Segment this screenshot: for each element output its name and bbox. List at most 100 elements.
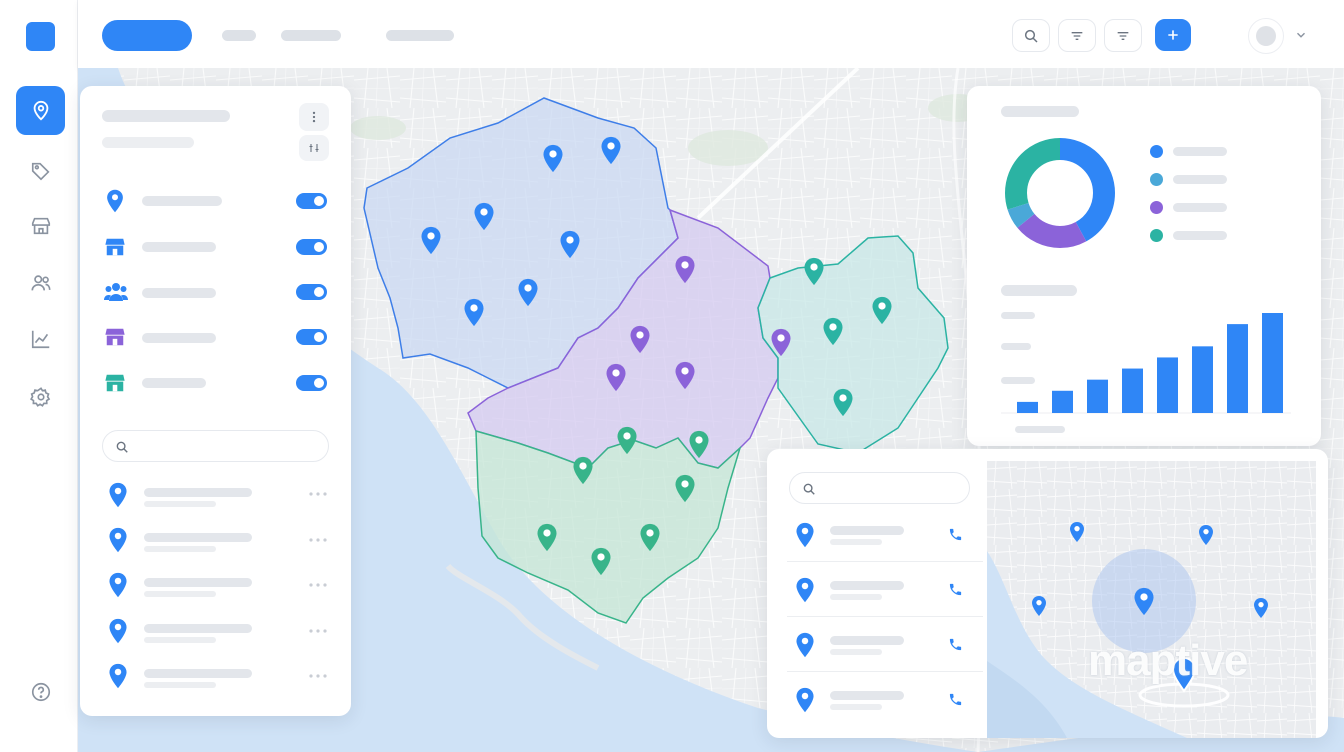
- nav-tab-3[interactable]: [386, 30, 454, 41]
- more-horizontal-icon[interactable]: [309, 629, 327, 633]
- legend-swatch: [1150, 173, 1163, 186]
- layer-toggle[interactable]: [296, 329, 327, 345]
- store-icon: [105, 238, 125, 256]
- chevron-down-icon[interactable]: [1294, 28, 1308, 42]
- layer-toggle[interactable]: [296, 239, 327, 255]
- more-horizontal-icon[interactable]: [309, 492, 327, 496]
- bar-7: [1227, 324, 1248, 413]
- location-pin-icon: [109, 663, 127, 689]
- rail-item-settings[interactable]: [16, 372, 65, 421]
- location-pin-icon: [33, 100, 48, 121]
- primary-nav-button[interactable]: [102, 20, 192, 51]
- legend-label: [1173, 175, 1227, 184]
- layer-toggle[interactable]: [296, 375, 327, 391]
- more-horizontal-icon[interactable]: [309, 583, 327, 587]
- rail-item-help[interactable]: [16, 667, 65, 716]
- panel-adjust-button[interactable]: [299, 135, 329, 161]
- phone-icon[interactable]: [948, 527, 963, 542]
- bar-1: [1017, 401, 1038, 413]
- list-item-subtitle: [144, 546, 216, 552]
- app-logo[interactable]: [26, 22, 55, 51]
- phone-icon[interactable]: [948, 692, 963, 707]
- legend-label: [1173, 147, 1227, 156]
- panel-subtitle: [102, 137, 194, 148]
- search-icon: [116, 441, 128, 453]
- filter-button[interactable]: [1058, 19, 1096, 52]
- bars: [1017, 313, 1283, 413]
- phone-icon[interactable]: [948, 582, 963, 597]
- more-horizontal-icon[interactable]: [309, 538, 327, 542]
- legend-swatch: [1150, 201, 1163, 214]
- location-pin-icon: [109, 618, 127, 644]
- layer-toggle[interactable]: [296, 193, 327, 209]
- legend-swatch: [1150, 145, 1163, 158]
- store-icon: [31, 217, 50, 234]
- rail-item-users[interactable]: [16, 258, 65, 307]
- list-item-subtitle: [144, 501, 216, 507]
- list-item-subtitle: [144, 591, 216, 597]
- nav-tab-1[interactable]: [222, 30, 256, 41]
- list-item-subtitle: [830, 649, 882, 655]
- list-item-title: [830, 526, 904, 535]
- help-icon: [31, 682, 50, 701]
- nearby-search[interactable]: [789, 472, 970, 504]
- location-search[interactable]: [102, 430, 329, 462]
- search-icon: [1024, 29, 1038, 43]
- list-item-title: [830, 581, 904, 590]
- brand-watermark: maptive: [1088, 636, 1248, 685]
- bar-4: [1122, 368, 1143, 413]
- list-item-subtitle: [144, 637, 216, 643]
- rail-item-stores[interactable]: [16, 201, 65, 250]
- sort-button[interactable]: [1104, 19, 1142, 52]
- list-item-title: [144, 624, 252, 633]
- top-bar: [78, 0, 1344, 68]
- location-pin-icon: [107, 189, 123, 213]
- legend-label: [1173, 203, 1227, 212]
- layers-panel: [80, 86, 351, 716]
- users-icon: [104, 283, 128, 301]
- rail-item-analytics[interactable]: [16, 314, 65, 363]
- search-input[interactable]: [137, 437, 295, 457]
- legend-swatch: [1150, 229, 1163, 242]
- analytics-panel: [967, 86, 1321, 446]
- donut-chart: [1005, 138, 1115, 248]
- layer-toggle[interactable]: [296, 284, 327, 300]
- location-pin-icon: [796, 687, 814, 713]
- rail-item-locations[interactable]: [16, 86, 65, 135]
- nav-tab-2[interactable]: [281, 30, 341, 41]
- store-icon: [105, 328, 125, 346]
- search-button[interactable]: [1012, 19, 1050, 52]
- search-input[interactable]: [824, 479, 950, 499]
- bar-3: [1087, 379, 1108, 413]
- list-item-title: [144, 533, 252, 542]
- list-item-title: [144, 488, 252, 497]
- chart-icon: [31, 330, 49, 348]
- layer-label: [142, 333, 216, 343]
- phone-icon[interactable]: [948, 637, 963, 652]
- more-horizontal-icon[interactable]: [309, 674, 327, 678]
- filter-icon: [1071, 31, 1083, 40]
- list-item-title: [144, 669, 252, 678]
- mini-map[interactable]: [987, 461, 1316, 738]
- nearby-locations-card: [767, 449, 1328, 738]
- layer-label: [142, 242, 216, 252]
- adjust-icon: [309, 144, 319, 152]
- sidebar-rail: [0, 0, 78, 752]
- y-tick-placeholders: [1001, 312, 1065, 433]
- bar-chart: [1001, 312, 1291, 433]
- plus-icon: [1168, 30, 1178, 40]
- bar-6: [1192, 346, 1213, 413]
- location-pin-icon: [796, 632, 814, 658]
- location-pin-icon: [109, 572, 127, 598]
- panel-menu-button[interactable]: [299, 103, 329, 131]
- location-pin-icon: [796, 577, 814, 603]
- tag-icon: [31, 162, 50, 180]
- list-item-title: [830, 636, 904, 645]
- user-avatar[interactable]: [1248, 18, 1284, 54]
- list-item-title: [830, 691, 904, 700]
- rail-item-tags[interactable]: [16, 146, 65, 195]
- bar-2: [1052, 390, 1073, 413]
- add-button[interactable]: [1155, 19, 1191, 51]
- location-pin-icon: [796, 522, 814, 548]
- bar-chart-title: [1001, 285, 1077, 296]
